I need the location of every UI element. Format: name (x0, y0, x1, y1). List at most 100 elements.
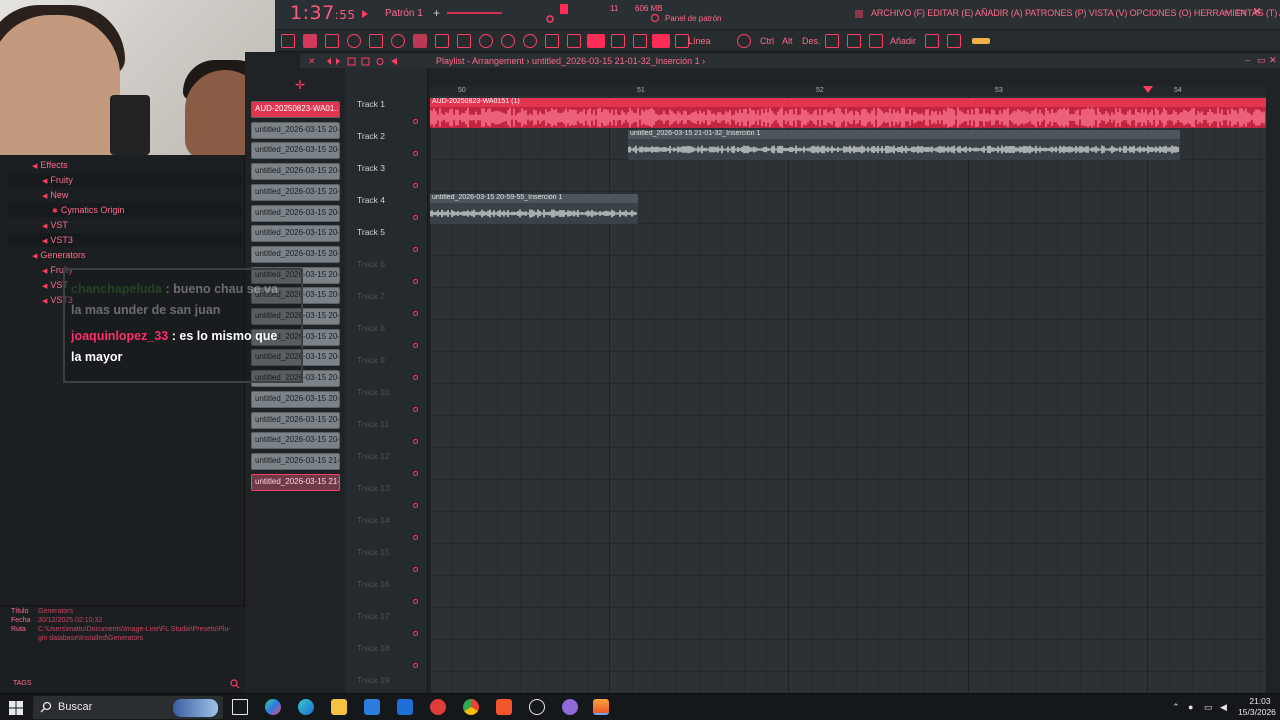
clock-time[interactable]: 21:03 (1245, 696, 1275, 706)
track-mute-led[interactable] (413, 375, 418, 380)
fl-studio-icon[interactable] (593, 699, 609, 715)
track-name[interactable]: Track 16 (357, 579, 390, 589)
track-mute-led[interactable] (413, 439, 418, 444)
mic-icon[interactable] (479, 34, 493, 48)
playlist-tools-icons[interactable] (326, 57, 406, 66)
pattern-selector[interactable]: Patrón 1 (385, 8, 423, 19)
track-name[interactable]: Track 13 (357, 483, 390, 493)
clip-header[interactable] (430, 98, 1266, 107)
tags-label[interactable]: TAGS (13, 680, 32, 687)
speaker-icon[interactable]: ◀ (1220, 702, 1230, 712)
browser-item-vst3[interactable]: ◀ VST3 (42, 235, 73, 245)
new-file-icon[interactable] (303, 34, 317, 48)
track-name[interactable]: Track 1 (357, 99, 385, 109)
track-mute-led[interactable] (413, 599, 418, 604)
track-mute-led[interactable] (413, 535, 418, 540)
maximize-button[interactable]: ▭ (1235, 6, 1247, 18)
track-mute-led[interactable] (413, 631, 418, 636)
cut-icon[interactable] (457, 34, 471, 48)
clip-source-item[interactable]: untitled_2026-03-15 20-... (251, 390, 340, 408)
search-icon[interactable] (230, 679, 240, 689)
store-icon[interactable] (364, 699, 380, 715)
add-pattern-button[interactable]: + (433, 6, 440, 20)
clip-source-item[interactable]: untitled_2026-03-15 20-... (251, 245, 340, 263)
clip-source-item[interactable]: untitled_2026-03-15 20-... (251, 121, 340, 139)
chevron-up-icon[interactable]: ⌃ (1172, 702, 1182, 712)
playhead-marker[interactable] (1143, 86, 1153, 93)
obs-icon[interactable] (529, 699, 545, 715)
track-mute-led[interactable] (413, 247, 418, 252)
snap-line-label[interactable]: Línea (688, 36, 711, 46)
paste-icon[interactable] (869, 34, 883, 48)
track-name[interactable]: Track 12 (357, 451, 390, 461)
ctrl-button[interactable]: Ctrl (760, 36, 774, 46)
magnet-icon[interactable] (737, 34, 751, 48)
clip-source-item[interactable]: untitled_2026-03-15 20-... (251, 411, 340, 429)
clip-source-item[interactable]: untitled_2026-03-15 20-... (251, 163, 340, 181)
close-icon[interactable]: ✕ (308, 56, 316, 67)
track-name[interactable]: Track 18 (357, 643, 390, 653)
audio-clip[interactable]: AUD-20250823-WA0151 (1) (430, 98, 1266, 128)
main-menu[interactable]: ARCHIVO (F) EDITAR (E) AÑADIR (A) PATRON… (871, 8, 1280, 18)
copilot-icon[interactable] (265, 699, 281, 715)
draw-icon[interactable] (633, 34, 647, 48)
browser-item-generators[interactable]: ◀ Generators (32, 250, 85, 260)
track-name[interactable]: Track 10 (357, 387, 390, 397)
browser-item-cymatics[interactable]: ✱ Cymatics Origin (52, 205, 124, 215)
playlist-icon[interactable] (587, 34, 605, 48)
track-mute-led[interactable] (413, 151, 418, 156)
menu-icon[interactable] (855, 10, 863, 18)
playlist-close-button[interactable]: ✕ (1269, 55, 1277, 66)
browser-icon[interactable] (567, 34, 581, 48)
list-icon[interactable] (947, 34, 961, 48)
audio-clip[interactable]: untitled_2026-03-15 20-59-55_Inserción 1 (430, 194, 638, 224)
arrow-right-icon[interactable] (611, 34, 625, 48)
edge-icon[interactable] (298, 699, 314, 715)
window-icon[interactable] (545, 34, 559, 48)
browser-item-vst[interactable]: ◀ VST (42, 220, 68, 230)
playlist-grid[interactable]: AUD-20250823-WA0151 (1) untitled_2026-03-… (430, 96, 1266, 704)
track-mute-led[interactable] (413, 407, 418, 412)
plus-icon[interactable]: ✛ (295, 78, 305, 92)
track-mute-led[interactable] (413, 279, 418, 284)
delete-icon[interactable] (825, 34, 839, 48)
track-mute-led[interactable] (413, 311, 418, 316)
clip-source-item[interactable]: untitled_2026-03-15 20-... (251, 432, 340, 450)
clip-source-item[interactable]: untitled_2026-03-15 21-... (251, 452, 340, 470)
grid-icon[interactable] (281, 34, 295, 48)
deselect-button[interactable]: Des. (802, 36, 821, 46)
brush-icon[interactable] (369, 34, 383, 48)
chrome-icon[interactable] (463, 699, 479, 715)
track-name[interactable]: Track 3 (357, 163, 385, 173)
link-icon[interactable] (652, 34, 670, 48)
tempo-slider[interactable] (447, 12, 502, 14)
browser-item-fruity[interactable]: ◀ Fruity (42, 175, 73, 185)
track-name[interactable]: Track 6 (357, 259, 385, 269)
browser-item-effects[interactable]: ◀ Effects (32, 160, 68, 170)
clip-source-item[interactable]: untitled_2026-03-15 20-... (251, 225, 340, 243)
app-icon[interactable] (562, 699, 578, 715)
track-name[interactable]: Track 17 (357, 611, 390, 621)
clock-date[interactable]: 15/3/2026 (1236, 707, 1278, 717)
track-mute-led[interactable] (413, 343, 418, 348)
track-name[interactable]: Track 7 (357, 291, 385, 301)
track-mute-led[interactable] (413, 503, 418, 508)
clip-source-item[interactable]: untitled_2026-03-15 21-... (251, 473, 340, 491)
display-icon[interactable]: ▭ (1204, 702, 1214, 712)
track-mute-led[interactable] (413, 663, 418, 668)
track-name[interactable]: Track 11 (357, 419, 389, 429)
track-name[interactable]: Track 4 (357, 195, 385, 205)
loop-icon[interactable] (391, 34, 405, 48)
song-time-display[interactable]: 1:37:55 (290, 2, 355, 24)
file-explorer-icon[interactable] (331, 699, 347, 715)
taskbar-search[interactable]: Buscar (33, 696, 223, 719)
clip-source-item[interactable]: untitled_2026-03-15 20-... (251, 204, 340, 222)
close-button[interactable]: ✕ (1251, 6, 1263, 18)
track-name[interactable]: Track 14 (357, 515, 390, 525)
browser-item-new[interactable]: ◀ New (42, 190, 68, 200)
track-mute-led[interactable] (413, 183, 418, 188)
task-view-icon[interactable] (232, 699, 248, 715)
minimize-button[interactable]: – (1220, 6, 1232, 18)
windows-start-icon[interactable] (8, 700, 24, 716)
media-icon[interactable] (430, 699, 446, 715)
